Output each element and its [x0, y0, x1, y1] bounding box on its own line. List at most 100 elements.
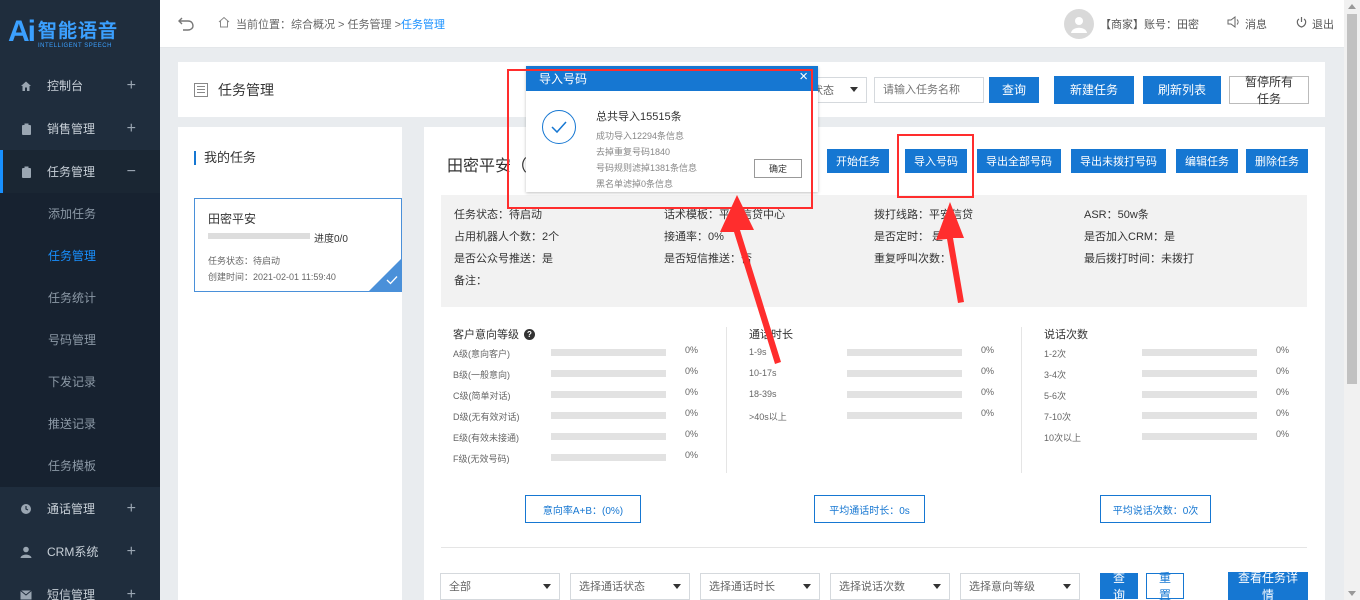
vertical-scrollbar[interactable] — [1344, 0, 1360, 600]
stat-row-label: 3-4次 — [1044, 370, 1067, 380]
collapse-icon[interactable]: − — [127, 163, 136, 181]
logout-label: 退出 — [1312, 18, 1334, 31]
chevron-down-icon — [850, 87, 858, 92]
sidebar-item-crm[interactable]: CRM系统 + — [0, 530, 160, 573]
stat-row-value: 0% — [981, 345, 995, 355]
view-task-details-button[interactable]: 查看任务详情 — [1228, 571, 1308, 600]
stat-row: 18-39s 0% — [749, 383, 1019, 404]
expand-icon[interactable]: + — [127, 120, 136, 138]
clipboard-icon — [20, 166, 32, 178]
task-progress-bar — [208, 233, 310, 239]
sidebar-item-console[interactable]: 控制台 + — [0, 64, 160, 107]
query-button[interactable]: 查询 — [989, 76, 1039, 103]
intent-rate-summary[interactable]: 意向率A+B：(0%) — [525, 495, 641, 523]
sidebar-item-label: 任务管理 — [47, 165, 96, 179]
scrollbar-thumb[interactable] — [1347, 14, 1357, 384]
stat-row-label: A级(意向客户) — [453, 349, 510, 359]
pause-all-button[interactable]: 暂停所有任务 — [1229, 75, 1309, 106]
avatar[interactable] — [1064, 8, 1094, 39]
stat-row-value: 0% — [1276, 387, 1290, 397]
stat-row: B级(一般意向) 0% — [453, 362, 723, 383]
stats-title: 通话时长 — [749, 329, 793, 341]
talk-count-stats: 说话次数 1-2次 0% 3-4次 0% 5-6次 0% 7-10次 0% 10次以上 0% — [1044, 327, 1314, 446]
stat-row: 10次以上 0% — [1044, 425, 1314, 446]
expand-icon[interactable]: + — [127, 586, 136, 600]
divider — [441, 547, 1307, 548]
expand-icon[interactable]: + — [127, 543, 136, 561]
expand-icon[interactable]: + — [127, 77, 136, 95]
talk-count-select-value: 选择说话次数 — [839, 581, 905, 593]
delete-task-button[interactable]: 删除任务 — [1246, 149, 1308, 173]
stat-row-value: 0% — [1276, 429, 1290, 439]
stat-row-bar — [1142, 370, 1257, 377]
stat-row-bar — [551, 412, 666, 419]
speaker-icon — [1227, 16, 1241, 31]
edit-task-button[interactable]: 编辑任务 — [1176, 149, 1238, 173]
sidebar-item-sales[interactable]: 销售管理 + — [0, 107, 160, 150]
intent-level-select[interactable]: 选择意向等级 — [960, 572, 1080, 600]
home-icon — [20, 80, 32, 92]
task-name-search-input[interactable] — [874, 76, 984, 103]
avg-call-duration-summary[interactable]: 平均通话时长：0s — [814, 495, 925, 523]
stat-row-value: 0% — [685, 408, 699, 418]
messages-link[interactable]: 消息 — [1227, 16, 1267, 32]
all-select[interactable]: 全部 — [440, 572, 560, 600]
stats-title: 客户意向等级 — [453, 329, 519, 341]
task-info-item: 是否定时： 是 — [874, 231, 944, 243]
chevron-down-icon — [1063, 583, 1071, 589]
my-tasks-title: 我的任务 — [194, 151, 402, 165]
submenu-task-templates[interactable]: 任务模板 — [0, 445, 160, 487]
scroll-up-arrow[interactable] — [1348, 4, 1356, 9]
submenu-number-management[interactable]: 号码管理 — [0, 319, 160, 361]
stat-row-label: C级(简单对话) — [453, 391, 511, 401]
call-status-select-value: 选择通话状态 — [579, 581, 645, 593]
call-status-select[interactable]: 选择通话状态 — [570, 572, 690, 600]
help-icon[interactable]: ? — [524, 328, 535, 340]
submenu-push-records[interactable]: 推送记录 — [0, 403, 160, 445]
stats-divider — [1021, 327, 1022, 473]
call-duration-select[interactable]: 选择通话时长 — [700, 572, 820, 600]
sidebar-item-tasks[interactable]: 任务管理 − — [0, 150, 160, 193]
new-task-button[interactable]: 新建任务 — [1054, 75, 1134, 104]
chevron-down-icon — [673, 583, 681, 589]
filter-reset-button[interactable]: 重置 — [1146, 571, 1184, 600]
submenu-task-management[interactable]: 任务管理 — [0, 235, 160, 277]
stat-row: C级(简单对话) 0% — [453, 383, 723, 404]
refresh-list-button[interactable]: 刷新列表 — [1143, 75, 1221, 104]
export-undialed-numbers-button[interactable]: 导出未拨打号码 — [1071, 149, 1166, 173]
check-icon — [386, 275, 398, 288]
task-info-item: 是否短信推送：否 — [664, 253, 752, 265]
stat-row: 1-2次 0% — [1044, 341, 1314, 362]
task-actions: 开始任务 导入号码 导出全部号码 导出未拨打号码 编辑任务 删除任务 — [819, 149, 1308, 173]
stat-row-label: 18-39s — [749, 389, 777, 399]
start-task-button[interactable]: 开始任务 — [827, 149, 889, 173]
talk-count-select[interactable]: 选择说话次数 — [830, 572, 950, 600]
submenu-add-task[interactable]: 添加任务 — [0, 193, 160, 235]
sidebar-item-calls[interactable]: 通话管理 + — [0, 487, 160, 530]
stat-row-bar — [551, 454, 666, 461]
breadcrumb-path: 当前位置：综合概况 > 任务管理 > — [236, 18, 402, 31]
logo-subtitle: INTELLIGENT SPEECH — [38, 42, 112, 49]
avg-talk-count-summary[interactable]: 平均说话次数：0次 — [1100, 495, 1211, 523]
stat-row-value: 0% — [685, 345, 699, 355]
filter-query-button[interactable]: 查询 — [1100, 571, 1138, 600]
task-info-item: 最后拨打时间：未拨打 — [1084, 253, 1194, 265]
intent-level-select-value: 选择意向等级 — [969, 581, 1035, 593]
back-icon[interactable] — [160, 16, 212, 32]
sidebar-item-sms[interactable]: 短信管理 + — [0, 573, 160, 600]
task-card[interactable]: 田密平安 进度0/0 任务状态：待启动 创建时间：2021-02-01 11:5… — [194, 198, 402, 292]
submenu-task-stats[interactable]: 任务统计 — [0, 277, 160, 319]
logout-link[interactable]: 退出 — [1295, 16, 1334, 32]
scroll-down-arrow[interactable] — [1348, 591, 1356, 596]
submenu-dispatch-records[interactable]: 下发记录 — [0, 361, 160, 403]
export-all-numbers-button[interactable]: 导出全部号码 — [977, 149, 1061, 173]
stat-row-bar — [551, 349, 666, 356]
stat-row-label: B级(一般意向) — [453, 370, 510, 380]
breadcrumb-current[interactable]: 任务管理 — [401, 16, 445, 32]
logo: Ai 智能语音 INTELLIGENT SPEECH — [0, 0, 160, 64]
stat-row-value: 0% — [685, 387, 699, 397]
stat-row-label: 1-9s — [749, 347, 767, 357]
page-title: 任务管理 — [218, 81, 274, 98]
clock-icon — [20, 503, 32, 515]
expand-icon[interactable]: + — [127, 500, 136, 518]
